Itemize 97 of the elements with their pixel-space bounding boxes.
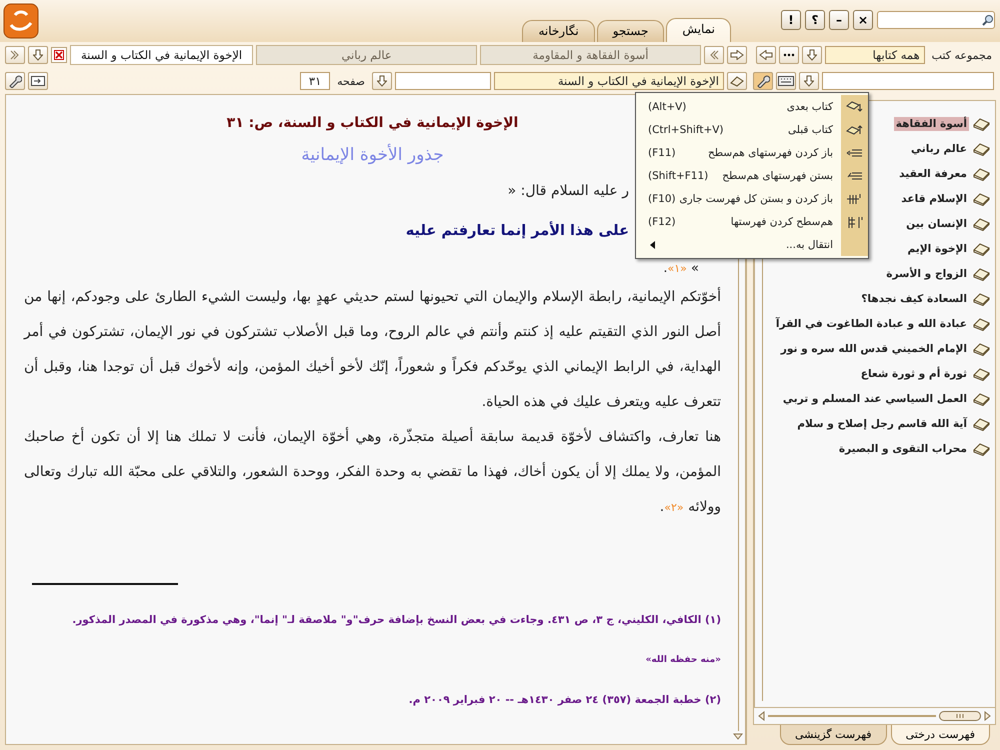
scrollbar-thumb-icon: [939, 711, 981, 721]
document-tab[interactable]: عالم رباني: [256, 45, 478, 65]
wrench-icon: [756, 74, 770, 88]
book-icon: [973, 342, 990, 356]
book-icon: [973, 442, 990, 456]
book-icon: [973, 318, 990, 330]
menu-item-icon: [846, 122, 863, 136]
window-button[interactable]: ؟: [805, 10, 825, 30]
book-icon: [973, 242, 990, 256]
book-icon: [973, 268, 990, 280]
hadith-text: على هذا الأمر إنما تعارفتم عليه: [406, 223, 629, 239]
menu-item-icon: [846, 214, 863, 228]
scroll-tabs-button[interactable]: [4, 46, 25, 64]
dropdown-button[interactable]: [372, 72, 392, 90]
collection-label: مجموعه کتب: [930, 48, 993, 62]
down-arrow-icon: [804, 75, 814, 87]
document-tab[interactable]: أسوة الفقاهة و المقاومة: [480, 45, 701, 65]
section-title: جذور الأخوة الإيمانية: [301, 145, 444, 165]
scroll-tabs-button[interactable]: [704, 46, 724, 64]
footnote: (١) الكافي، الكليني، ج ٣، ص ٤٣١. وجاءت في بعض النسخ بإضافة حرف"و" ملاصقة لـ" إنما"، وهي مذكورة في المصدر المذكور.: [71, 613, 721, 628]
search-field[interactable]: [877, 11, 995, 29]
book-item[interactable]: العمل السياسي عند المسلم و تربي: [780, 392, 969, 406]
dropdown-button[interactable]: [28, 46, 48, 64]
settings-button[interactable]: [5, 72, 25, 90]
book-search-field[interactable]: [822, 72, 994, 90]
book-item[interactable]: الإنسان بين: [904, 217, 969, 231]
book-item[interactable]: أسوة الفقاهة: [894, 117, 969, 131]
wrench-icon: [8, 74, 22, 88]
book-item[interactable]: الإخوة الإيم: [905, 242, 969, 256]
dropdown-button[interactable]: [802, 46, 822, 64]
export-button[interactable]: [28, 72, 48, 90]
view-tab[interactable]: نمایش: [666, 18, 731, 42]
window-button[interactable]: ×: [853, 10, 873, 30]
body-paragraph: هنا تعارف، واكتشاف لأخوّة قديمة سابقة أصيلة متجذّرة، وهي أخوّة الإيمان، فأنت لا تملك هنا إلا أن تكون أخ صاحبك المؤمن، ولا يملك إلا أن يكون أخاك، فهذا ما تقضي به وحدة الفكر، ووحدة الشعور، والتلاقي على محبّة الله تبارك وتعالى وولائه «٢».: [24, 420, 721, 525]
scroll-down-icon: [733, 733, 743, 740]
search-icon: [982, 14, 994, 26]
window-button[interactable]: !: [781, 10, 801, 30]
close-icon: [54, 50, 64, 60]
back-button[interactable]: [756, 46, 776, 64]
left-arrow-icon: [758, 50, 773, 60]
document-tab[interactable]: الإخوة الإيمانية في الكتاب و السنة: [70, 45, 254, 65]
scroll-right-icon: [984, 711, 991, 721]
book-item[interactable]: عبادة الله و عبادة الطاغوت في القرآ: [774, 317, 969, 331]
book-field[interactable]: الإخوة الإيمانية في الكتاب و السنة: [494, 72, 724, 90]
book-icon: [973, 368, 990, 380]
keyboard-icon: [778, 76, 794, 86]
quote-intro: ر عليه السلام قال: «: [508, 183, 629, 199]
page-label: صفحه: [336, 74, 366, 88]
body-paragraph: أخوّتكم الإيمانية، رابطة الإسلام والإيمان التي تحيونها لستم حديثي عهدٍ بها، وليست الشيء الطارئ على وجودكم، إنها من أصل النور الذي التقيتم عليه إذ كنتم وأنتم في عالم الروح، وما قبل الأصلاب تشتركون في نور الإيمان، تشتركون في أمر الهداية، في الرابط الإيماني الذي يوحّدكم فكراً و شعوراً، إنّك لأخو أخيك المؤمن، وإنه لأخوك قبل أن توجدا هنا، وقبل أن تتعرف عليه ويتعرف عليك في هذه الحياة.: [24, 286, 721, 412]
book-icon: [973, 292, 990, 306]
submenu-arrow-icon: [650, 240, 655, 248]
book-item[interactable]: آية الله قاسم رجل إصلاح و سلام: [795, 417, 969, 431]
more-icon: [782, 53, 795, 57]
book-item[interactable]: عالم رباني: [909, 142, 969, 156]
window-button[interactable]: –: [829, 10, 849, 30]
book-icon: [973, 192, 990, 206]
footnote: «منه حفظه الله»: [644, 654, 721, 667]
settings-button[interactable]: [753, 72, 773, 90]
page-heading: الإخوة الإيمانية في الكتاب و السنة، ص: ۳۱: [226, 115, 518, 131]
scroll-left-icon: [758, 711, 765, 721]
menu-item-icon: [846, 192, 863, 206]
book-icon: [973, 392, 990, 406]
down-arrow-icon: [806, 49, 817, 61]
forward-button[interactable]: [727, 46, 747, 64]
book-item[interactable]: السعادة كيف نجدها؟: [859, 292, 969, 306]
double-chevron-icon: [10, 50, 20, 60]
quote-end: » «١».: [663, 261, 699, 276]
chapter-field[interactable]: [395, 72, 491, 90]
dropdown-button[interactable]: [799, 72, 819, 90]
menu-item-icon: [846, 100, 863, 114]
book-icon: [973, 118, 990, 130]
book-icon: [973, 142, 990, 156]
export-icon: [31, 75, 45, 87]
collection-dropdown[interactable]: همه کتابها: [824, 46, 925, 64]
book-item[interactable]: الإسلام قاعد: [899, 192, 969, 206]
double-chevron-icon: [709, 50, 719, 60]
index-tab[interactable]: فهرست گزینشی: [780, 725, 887, 745]
book-item[interactable]: محراب التقوى و البصيرة: [836, 442, 969, 456]
book-icon: [973, 418, 990, 430]
logo-icon: [3, 3, 39, 39]
book-icon: [973, 168, 990, 180]
view-tab[interactable]: نگارخانه: [522, 20, 595, 42]
page-field[interactable]: ۳۱: [300, 72, 330, 90]
book-icon: [973, 218, 990, 230]
book-item[interactable]: ثورة أم و ثورة شعاع: [858, 367, 969, 381]
book-item[interactable]: الإمام الخميني قدس الله سره و نور: [778, 342, 969, 356]
view-tab[interactable]: جستجو: [596, 20, 664, 42]
keyboard-button[interactable]: [776, 72, 796, 90]
down-arrow-icon: [32, 49, 43, 61]
book-item[interactable]: الزواج و الأسرة: [884, 267, 969, 281]
footnote: (٢) خطبة الجمعة (٣٥٧) ٢٤ صفر ١٤٣٠هـ -- ٢٠ فبراير ٢٠٠٩ م.: [408, 693, 721, 708]
right-arrow-icon: [730, 50, 744, 60]
index-tab[interactable]: فهرست درختی: [890, 725, 990, 745]
book-item[interactable]: معرفة العقيد: [897, 167, 969, 181]
more-button[interactable]: [778, 46, 799, 64]
down-arrow-icon: [377, 75, 387, 87]
close-tab-button[interactable]: [50, 47, 67, 63]
